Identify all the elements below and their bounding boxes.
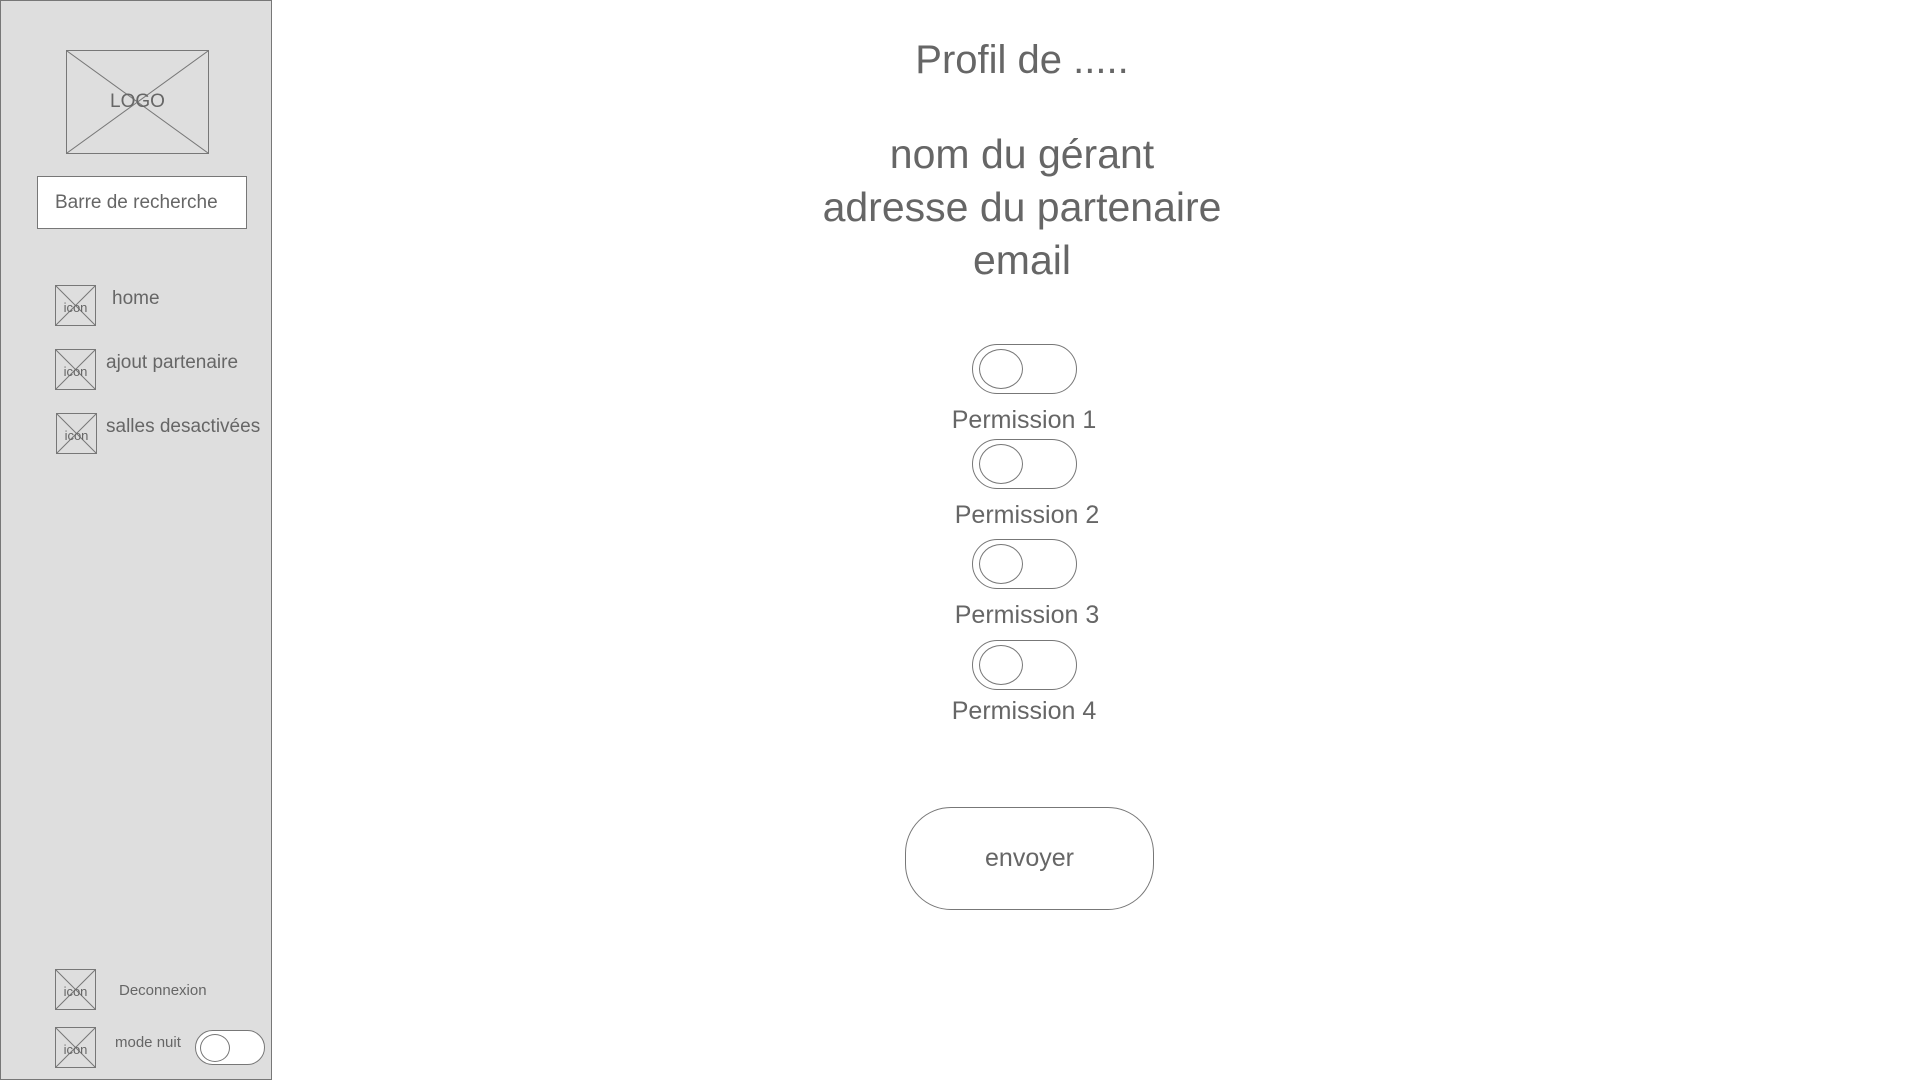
toggle-knob — [979, 645, 1023, 685]
search-input[interactable] — [37, 176, 247, 229]
permission-2-label: Permission 2 — [954, 501, 1100, 529]
permission-3-label: Permission 3 — [954, 601, 1100, 629]
sidebar-item-label: salles desactivées — [106, 416, 261, 437]
manager-name: nom du gérant — [889, 131, 1155, 177]
logo-placeholder-cross — [67, 51, 208, 153]
toggle-knob — [979, 349, 1023, 389]
toggle-knob — [979, 444, 1023, 484]
page-title: Profil de ..... — [915, 38, 1129, 82]
sidebar-item-add-partner[interactable]: icon ajout partenaire — [1, 346, 273, 396]
disabled-rooms-icon: icon — [56, 413, 97, 454]
toggle-knob — [200, 1034, 230, 1062]
home-icon: icon — [55, 285, 96, 326]
logout-label: Deconnexion — [119, 982, 207, 999]
night-mode-toggle[interactable] — [195, 1030, 265, 1065]
sidebar: LOGO icon home icon ajout partenaire ico… — [0, 0, 272, 1080]
partner-email: email — [973, 237, 1071, 283]
sidebar-item-label: home — [112, 288, 160, 309]
logout-icon: icon — [55, 969, 96, 1010]
sidebar-item-label: ajout partenaire — [106, 352, 239, 373]
sidebar-item-home[interactable]: icon home — [1, 282, 273, 332]
permission-1-toggle[interactable] — [972, 344, 1077, 394]
permission-2-toggle[interactable] — [972, 439, 1077, 489]
permission-4-toggle[interactable] — [972, 640, 1077, 690]
logout-button[interactable]: icon Deconnexion — [1, 967, 273, 1017]
submit-button[interactable]: envoyer — [905, 807, 1154, 910]
partner-address: adresse du partenaire — [822, 184, 1222, 230]
night-mode-label: mode nuit — [115, 1034, 181, 1051]
toggle-knob — [979, 544, 1023, 584]
permission-1-label: Permission 1 — [951, 406, 1097, 434]
add-partner-icon: icon — [55, 349, 96, 390]
night-mode-icon: icon — [55, 1027, 96, 1068]
permission-3-toggle[interactable] — [972, 539, 1077, 589]
permission-4-label: Permission 4 — [951, 697, 1097, 725]
sidebar-item-disabled-rooms[interactable]: icon salles desactivées — [1, 410, 273, 460]
logo: LOGO — [66, 50, 209, 154]
